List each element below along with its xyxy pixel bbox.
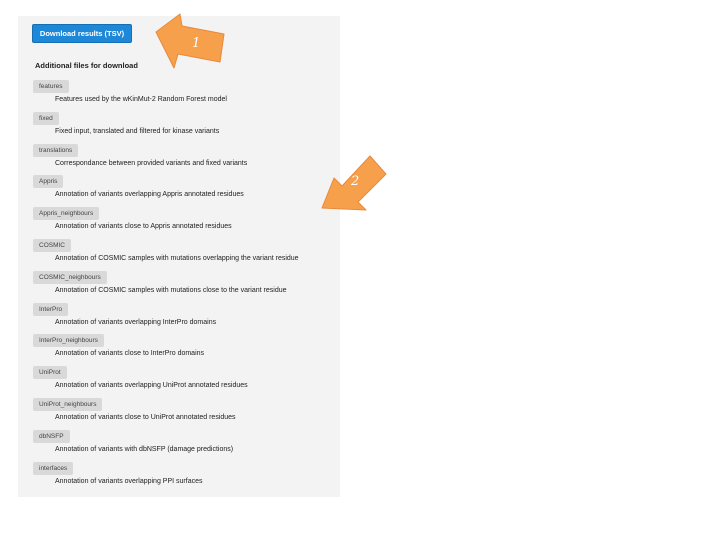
file-link-interfaces[interactable]: interfaces: [33, 461, 74, 475]
file-link-interpro[interactable]: InterPro: [33, 302, 69, 316]
annotation-arrow-2: 2: [318, 152, 388, 214]
file-description: Annotation of variants overlapping PPI s…: [55, 477, 203, 485]
file-description: Annotation of variants with dbNSFP (dama…: [55, 445, 234, 453]
file-link-translations[interactable]: translations: [33, 143, 79, 157]
list-item: features Features used by the wKinMut-2 …: [33, 80, 333, 112]
list-item: fixed Fixed input, translated and filter…: [33, 111, 333, 144]
results-panel: Download results (TSV) Additional files …: [18, 16, 340, 497]
list-item: COSMIC_neighbours Annotation of COSMIC s…: [33, 270, 333, 303]
list-item: InterPro Annotation of variants overlapp…: [33, 302, 333, 335]
arrow-left-icon: [155, 13, 225, 69]
file-link-interpro-neighbours[interactable]: InterPro_neighbours: [33, 334, 104, 348]
list-item: InterPro_neighbours Annotation of varian…: [33, 334, 333, 366]
list-item: Appris Annotation of variants overlappin…: [33, 175, 333, 207]
file-link-dbnsfp[interactable]: dbNSFP: [33, 429, 70, 443]
file-link-features[interactable]: features: [33, 80, 69, 93]
list-item: UniProt Annotation of variants overlappi…: [33, 366, 333, 398]
file-description: Annotation of variants overlapping Appri…: [55, 191, 244, 199]
list-item: UniProt_neighbours Annotation of variant…: [33, 397, 333, 430]
list-item: Appris_neighbours Annotation of variants…: [33, 207, 333, 239]
file-link-fixed[interactable]: fixed: [33, 111, 59, 125]
file-description: Correspondance between provided variants…: [55, 159, 248, 167]
file-link-cosmic-neighbours[interactable]: COSMIC_neighbours: [33, 270, 107, 284]
file-description: Annotation of variants overlapping Inter…: [55, 318, 217, 326]
file-description: Annotation of variants close to Appris a…: [55, 223, 232, 231]
file-link-cosmic[interactable]: COSMIC: [33, 238, 71, 252]
file-list: features Features used by the wKinMut-2 …: [33, 80, 333, 493]
file-link-appris-neighbours[interactable]: Appris_neighbours: [33, 207, 100, 221]
additional-files-heading: Additional files for download: [35, 61, 138, 70]
file-description: Annotation of variants close to InterPro…: [55, 350, 205, 358]
file-link-appris[interactable]: Appris: [33, 175, 64, 189]
list-item: interfaces Annotation of variants overla…: [33, 461, 333, 494]
annotation-arrow-1: 1: [152, 12, 228, 70]
file-description: Annotation of variants overlapping UniPr…: [55, 382, 248, 390]
file-description: Fixed input, translated and filtered for…: [55, 127, 220, 135]
file-description: Annotation of COSMIC samples with mutati…: [55, 254, 299, 262]
download-results-button[interactable]: Download results (TSV): [32, 24, 132, 43]
annotation-label-1: 1: [192, 36, 201, 51]
file-link-uniprot-neighbours[interactable]: UniProt_neighbours: [33, 397, 103, 411]
file-description: Annotation of variants close to UniProt …: [55, 413, 236, 421]
annotation-label-2: 2: [351, 174, 360, 189]
file-description: Annotation of COSMIC samples with mutati…: [55, 286, 287, 294]
list-item: translations Correspondance between prov…: [33, 143, 333, 176]
file-link-uniprot[interactable]: UniProt: [33, 366, 67, 380]
list-item: dbNSFP Annotation of variants with dbNSF…: [33, 429, 333, 462]
list-item: COSMIC Annotation of COSMIC samples with…: [33, 238, 333, 271]
file-description: Features used by the wKinMut-2 Random Fo…: [55, 96, 227, 103]
